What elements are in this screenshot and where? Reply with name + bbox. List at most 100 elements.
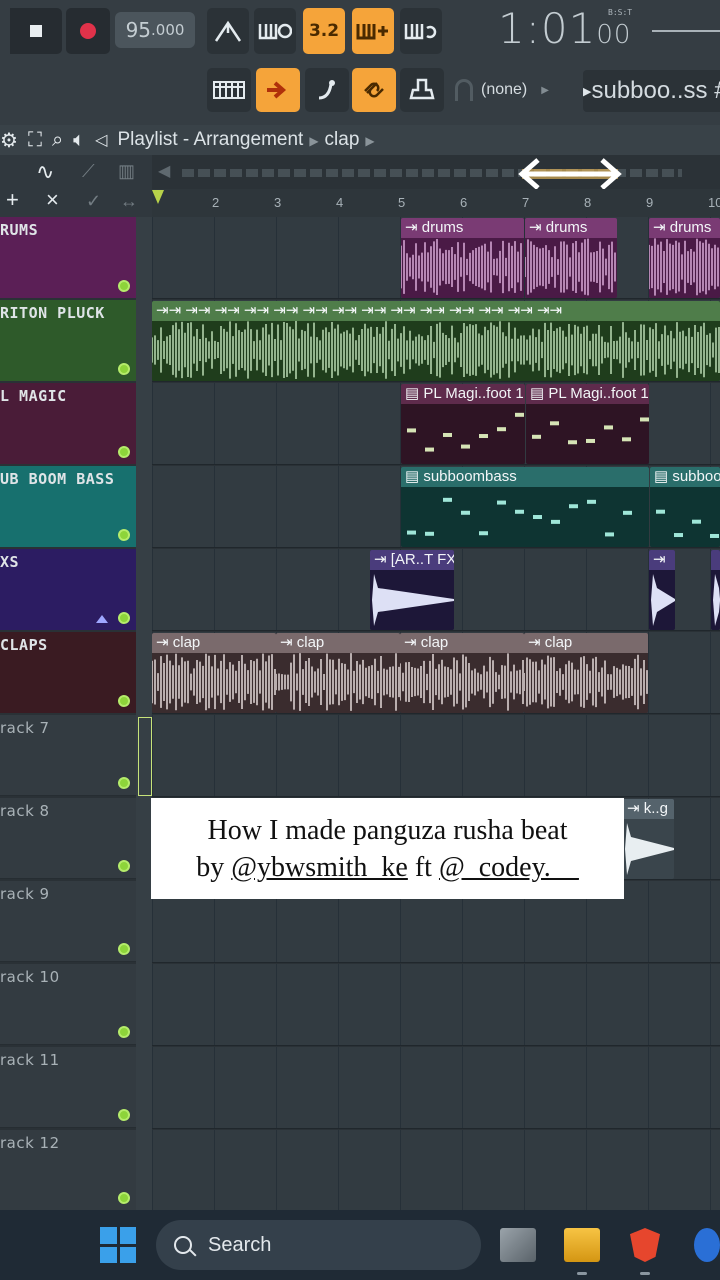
playlist-clip[interactable]: ▤ subboombass bbox=[401, 467, 649, 547]
breadcrumb-separator-icon: ▶ bbox=[309, 134, 319, 148]
playlist-overview-scroller[interactable]: ◀ bbox=[152, 155, 720, 189]
note-block bbox=[674, 533, 683, 538]
track-arrow-icon[interactable] bbox=[96, 615, 108, 623]
track-header[interactable]: RUMS bbox=[0, 217, 136, 298]
audio-app-icon[interactable] bbox=[694, 1228, 720, 1262]
track-header[interactable]: L MAGIC bbox=[0, 383, 136, 464]
wrench-icon[interactable]: ⚙ bbox=[0, 128, 18, 153]
song-selector[interactable]: ▶ subboo..ss # bbox=[583, 70, 720, 112]
delete-icon[interactable]: × bbox=[46, 187, 59, 213]
playlist-clip[interactable]: ⇥ clap bbox=[524, 633, 648, 713]
track-mute-led[interactable] bbox=[118, 1026, 130, 1038]
playlist-clip[interactable]: ⇥⇥ ⇥⇥ ⇥⇥ ⇥⇥ ⇥⇥ ⇥⇥ ⇥⇥ ⇥⇥ ⇥⇥ ⇥⇥ ⇥⇥ ⇥⇥ ⇥⇥ ⇥… bbox=[152, 301, 720, 381]
file-explorer-icon[interactable] bbox=[564, 1228, 600, 1262]
playlist-clip[interactable]: ⇥ clap bbox=[276, 633, 400, 713]
track-mute-led[interactable] bbox=[118, 777, 130, 789]
scroll-left-icon[interactable]: ◀ bbox=[158, 161, 170, 181]
track-mute-led[interactable] bbox=[118, 280, 130, 292]
track-mute-led[interactable] bbox=[118, 943, 130, 955]
zoom-icon[interactable]: ⌕ bbox=[52, 129, 63, 152]
playlist-clip[interactable]: ⇥ drums bbox=[525, 218, 617, 298]
track-lane[interactable]: ▤ subboombass ▤ subboo bbox=[152, 466, 720, 548]
track-lane[interactable]: ▤ PL Magi..foot 1 ▤ PL Magi..foot 1 bbox=[152, 383, 720, 465]
piano-roll-button[interactable] bbox=[207, 68, 251, 112]
brave-browser-icon[interactable] bbox=[630, 1228, 660, 1262]
windows-start-icon[interactable] bbox=[100, 1227, 136, 1263]
track-header[interactable]: rack 11 bbox=[0, 1047, 136, 1128]
playlist-clip[interactable]: ⇥ drums bbox=[401, 218, 524, 298]
waveform-shape bbox=[625, 823, 674, 875]
track-lane[interactable]: ⇥ drums ⇥ drums ⇥ drums bbox=[152, 217, 720, 299]
selector-arrow-icon: ▶ bbox=[541, 84, 549, 96]
track-header[interactable]: rack 7 bbox=[0, 715, 136, 796]
wait-record-button[interactable] bbox=[254, 8, 296, 54]
track-lane[interactable]: ⇥ [AR..T FX ⇥ bbox=[152, 549, 720, 631]
track-mute-led[interactable] bbox=[118, 695, 130, 707]
time-format-label: B:S:T bbox=[608, 8, 633, 17]
expand-icon[interactable]: ⛶ bbox=[28, 129, 42, 152]
playlist-clip[interactable]: ⇥ [AR..T FX bbox=[370, 550, 454, 630]
metronome-button[interactable] bbox=[207, 8, 249, 54]
track-name: rack 8 bbox=[0, 802, 50, 820]
loop-record-button[interactable] bbox=[400, 8, 442, 54]
track-mute-led[interactable] bbox=[118, 1109, 130, 1121]
timeline-ruler[interactable]: 2 3 4 5 6 7 8 9 10 bbox=[152, 189, 720, 217]
track-header[interactable]: CLAPS bbox=[0, 632, 136, 713]
playlist-clip[interactable]: ⇥ clap bbox=[152, 633, 276, 713]
playlist-clip[interactable]: ⇥ bbox=[649, 550, 675, 630]
link-button[interactable] bbox=[352, 68, 396, 112]
track-name: rack 10 bbox=[0, 968, 60, 986]
step-edit-button[interactable] bbox=[352, 8, 394, 54]
playlist-clip[interactable]: ⇥ drums bbox=[649, 218, 720, 298]
tempo-display[interactable]: 95.000 bbox=[115, 12, 195, 48]
track-lane[interactable] bbox=[152, 964, 720, 1046]
add-icon[interactable]: + bbox=[6, 187, 19, 213]
track-lane[interactable]: ⇥ clap ⇥ clap ⇥ clap ⇥ clap bbox=[152, 632, 720, 714]
waveform-icon[interactable]: ∿ bbox=[36, 159, 54, 185]
track-header[interactable]: rack 8 bbox=[0, 798, 136, 879]
stamp-button[interactable] bbox=[400, 68, 444, 112]
playhead-marker[interactable] bbox=[152, 190, 164, 204]
track-header[interactable]: rack 10 bbox=[0, 964, 136, 1045]
ruler-bar-number: 3 bbox=[274, 195, 282, 210]
speaker-left-icon[interactable]: ◁ bbox=[95, 130, 107, 150]
playlist-clip[interactable] bbox=[711, 550, 720, 630]
track-header[interactable]: rack 12 bbox=[0, 1130, 136, 1211]
track-name: rack 7 bbox=[0, 719, 50, 737]
playlist-clip[interactable]: ⇥ clap bbox=[400, 633, 524, 713]
taskbar-search[interactable]: Search bbox=[156, 1220, 481, 1270]
breadcrumb[interactable]: clap bbox=[325, 129, 360, 150]
track-lane[interactable]: ⇥⇥ ⇥⇥ ⇥⇥ ⇥⇥ ⇥⇥ ⇥⇥ ⇥⇥ ⇥⇥ ⇥⇥ ⇥⇥ ⇥⇥ ⇥⇥ ⇥⇥ ⇥… bbox=[152, 300, 720, 382]
ruler-bar-number: 5 bbox=[398, 195, 406, 210]
countdown-button[interactable]: 3.2 bbox=[303, 8, 345, 54]
stop-button[interactable] bbox=[10, 8, 62, 54]
waveform-shape bbox=[525, 238, 616, 296]
pattern-selector[interactable]: (none) ▶ bbox=[455, 70, 575, 110]
slide-note-button[interactable] bbox=[305, 68, 349, 112]
playlist-clip[interactable]: ▤ PL Magi..foot 1 bbox=[401, 384, 525, 464]
playlist-clip[interactable]: ▤ subboo bbox=[650, 467, 720, 547]
track-mute-led[interactable] bbox=[118, 860, 130, 872]
track-mute-led[interactable] bbox=[118, 446, 130, 458]
track-header[interactable]: RITON PLUCK bbox=[0, 300, 136, 381]
snap-arrow-button[interactable] bbox=[256, 68, 300, 112]
time-ticks: 00 bbox=[596, 20, 632, 50]
track-lane[interactable] bbox=[152, 1130, 720, 1212]
clip-label: ⇥ clap bbox=[152, 633, 276, 653]
task-view-icon[interactable] bbox=[500, 1228, 536, 1262]
speaker-icon[interactable]: 🔈︎ bbox=[73, 129, 85, 152]
track-header[interactable]: rack 9 bbox=[0, 881, 136, 962]
record-button[interactable] bbox=[66, 8, 110, 54]
playlist-clip[interactable]: ▤ PL Magi..foot 1 bbox=[526, 384, 649, 464]
track-mute-led[interactable] bbox=[118, 363, 130, 375]
track-mute-led[interactable] bbox=[118, 612, 130, 624]
playlist-clip[interactable]: ⇥ k..g bbox=[623, 799, 674, 879]
ruler-bar-number: 4 bbox=[336, 195, 344, 210]
note-block bbox=[551, 519, 560, 524]
track-mute-led[interactable] bbox=[118, 1192, 130, 1204]
track-lane[interactable] bbox=[152, 715, 720, 797]
track-header[interactable]: XS bbox=[0, 549, 136, 630]
track-mute-led[interactable] bbox=[118, 529, 130, 541]
track-lane[interactable] bbox=[152, 1047, 720, 1129]
track-header[interactable]: UB BOOM BASS bbox=[0, 466, 136, 547]
